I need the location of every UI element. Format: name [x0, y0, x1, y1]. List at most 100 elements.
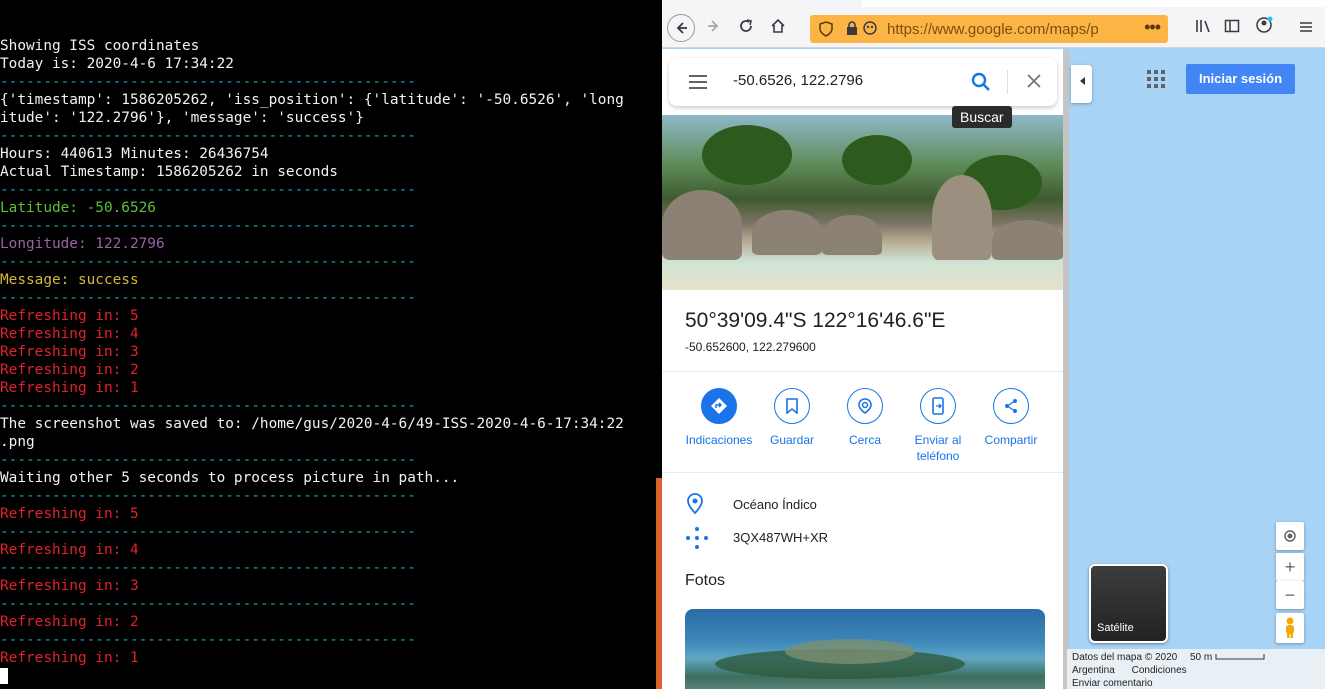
phone-icon: [932, 397, 944, 415]
share-icon: [1005, 399, 1017, 413]
save-button[interactable]: Guardar: [755, 388, 829, 448]
place-hero-image[interactable]: [662, 115, 1063, 290]
terminal-separator: ----------------------------------------…: [0, 452, 416, 468]
my-location-button[interactable]: [1276, 522, 1304, 550]
terminal-line: itude': '122.2796'}, 'message': 'success…: [0, 110, 364, 126]
url-text: https://www.google.com/maps/p: [887, 21, 1099, 38]
plus-code-icon: [686, 527, 708, 549]
directions-button[interactable]: Indicaciones: [682, 388, 756, 448]
terminal-line: The screenshot was saved to: /home/gus/2…: [0, 416, 624, 432]
reload-icon: [740, 19, 752, 32]
terminal-line: Today is: 2020-4-6 17:34:22: [0, 56, 234, 72]
terminal-separator: ----------------------------------------…: [0, 182, 416, 198]
nearby-icon: [858, 398, 872, 414]
terminal-cursor: [0, 668, 8, 684]
terminal-line: Latitude: -50.6526: [0, 200, 156, 216]
terminal-line: Refreshing in: 5: [0, 506, 139, 522]
location-name: Océano Índico: [733, 497, 817, 512]
terminal-line: Refreshing in: 2: [0, 362, 139, 378]
terminal-line: Waiting other 5 seconds to process pictu…: [0, 470, 460, 486]
terminal-separator: ----------------------------------------…: [0, 632, 416, 648]
search-box: -50.6526, 122.2796: [669, 58, 1057, 106]
home-button[interactable]: [766, 16, 790, 40]
terminal-line: Longitude: 122.2796: [0, 236, 165, 252]
street-view-button[interactable]: [1276, 613, 1304, 643]
clear-search-button[interactable]: [1022, 69, 1046, 93]
terminal-separator: ----------------------------------------…: [0, 290, 416, 306]
library-button[interactable]: [1192, 16, 1216, 40]
account-button[interactable]: [1252, 16, 1276, 40]
sidebar-icon: [1224, 19, 1240, 33]
search-input[interactable]: -50.6526, 122.2796: [733, 72, 863, 89]
panel-scrollbar[interactable]: [1063, 49, 1069, 689]
directions-icon: [711, 398, 727, 414]
feedback-link[interactable]: Enviar comentario: [1072, 677, 1320, 689]
terminal-line: Showing ISS coordinates: [0, 38, 200, 54]
terminal-separator: ----------------------------------------…: [0, 218, 416, 234]
terminal-line: Refreshing in: 3: [0, 344, 139, 360]
terminal-line: Refreshing in: 2: [0, 614, 139, 630]
hamburger-icon: [1300, 22, 1312, 32]
send-to-phone-button[interactable]: Enviar al teléfono: [901, 388, 975, 464]
zoom-in-button[interactable]: +: [1276, 553, 1304, 581]
terminal-separator: ----------------------------------------…: [0, 128, 416, 144]
satellite-layer-button[interactable]: Satélite: [1089, 564, 1168, 643]
pegman-icon: [1286, 617, 1294, 638]
forward-button[interactable]: [702, 16, 726, 40]
terminal-line: .png: [0, 434, 35, 450]
share-button[interactable]: Compartir: [974, 388, 1048, 448]
search-divider: [1007, 70, 1008, 94]
url-bar[interactable]: https://www.google.com/maps/p •••: [810, 15, 1168, 43]
terminal-line: Refreshing in: 1: [0, 650, 139, 666]
sign-in-button[interactable]: Iniciar sesión: [1186, 64, 1295, 94]
terminal-separator: ----------------------------------------…: [0, 560, 416, 576]
menu-button[interactable]: [1294, 16, 1318, 40]
terminal-line: Refreshing in: 4: [0, 542, 139, 558]
photos-title: Fotos: [685, 572, 726, 589]
terminal-line: Refreshing in: 3: [0, 578, 139, 594]
terminal-line: Refreshing in: 5: [0, 308, 139, 324]
shield-icon: [819, 21, 833, 37]
scale-label: 50 m: [1190, 652, 1213, 663]
map-data-credit: Datos del mapa © 2020: [1072, 652, 1178, 663]
back-button[interactable]: [667, 14, 695, 42]
pin-icon: [687, 493, 703, 515]
google-apps-button[interactable]: [1147, 70, 1165, 88]
search-button[interactable]: [969, 70, 993, 94]
terminal-line: Refreshing in: 4: [0, 326, 139, 342]
library-icon: [1196, 20, 1210, 33]
terminal-line: {'timestamp': 1586205262, 'iss_position'…: [0, 92, 624, 108]
terminal-window[interactable]: Showing ISS coordinates Today is: 2020-4-…: [0, 0, 660, 689]
place-panel: -50.6526, 122.2796 Buscar 50°39'09.4"S 1…: [662, 49, 1064, 689]
zoom-out-button[interactable]: −: [1276, 581, 1304, 609]
map-attribution: Datos del mapa © 2020 50 m Argentina Con…: [1067, 649, 1325, 689]
place-coordinates: -50.652600, 122.279600: [685, 340, 816, 354]
country-link[interactable]: Argentina: [1072, 665, 1115, 676]
terminal-separator: ----------------------------------------…: [0, 524, 416, 540]
tracking-icon: [863, 21, 877, 35]
collapse-panel-button[interactable]: [1071, 65, 1092, 103]
terms-link[interactable]: Condiciones: [1132, 665, 1187, 676]
home-icon: [771, 18, 785, 33]
page-actions-button[interactable]: •••: [1144, 17, 1161, 38]
browser-window: https://www.google.com/maps/p ••• -50.65…: [662, 0, 1325, 689]
menu-icon[interactable]: [689, 75, 707, 89]
nearby-button[interactable]: Cerca: [828, 388, 902, 448]
save-label: Guardar: [769, 433, 815, 447]
nearby-label: Cerca: [848, 433, 881, 447]
share-label: Compartir: [984, 433, 1038, 447]
my-location-icon: [1284, 530, 1296, 542]
place-photo[interactable]: [685, 609, 1045, 689]
arrow-right-icon: [708, 20, 719, 32]
account-icon: [1256, 16, 1273, 33]
tab-strip-edge: [862, 0, 1325, 7]
scale-bar: [1215, 654, 1265, 660]
bookmark-icon: [786, 398, 798, 414]
search-icon: [971, 72, 990, 91]
reload-button[interactable]: [734, 16, 758, 40]
terminal-separator: ----------------------------------------…: [0, 596, 416, 612]
terminal-output: Showing ISS coordinates Today is: 2020-4-…: [0, 19, 660, 667]
sidebar-button[interactable]: [1220, 16, 1244, 40]
terminal-line: Hours: 440613 Minutes: 26436754: [0, 146, 269, 162]
